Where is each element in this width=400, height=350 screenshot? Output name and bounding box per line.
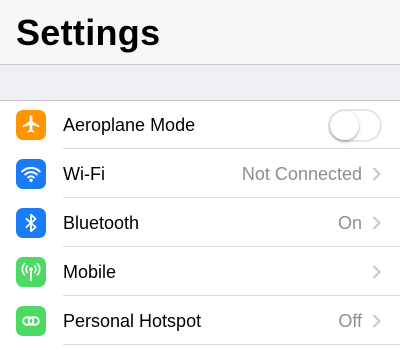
antenna-icon [16, 257, 46, 287]
page-title: Settings [16, 12, 161, 53]
toggle-knob [330, 111, 359, 140]
chevron-right-icon [373, 216, 381, 230]
aeroplane-mode-toggle[interactable] [328, 109, 382, 142]
chevron-right-icon [373, 167, 381, 181]
nav-header: Settings [0, 0, 400, 65]
bluetooth-icon [16, 208, 46, 238]
row-divider [63, 344, 400, 345]
settings-row-label: Bluetooth [63, 213, 140, 233]
bluetooth-status-value: On [337, 213, 362, 233]
settings-row-mobile[interactable]: Mobile [0, 248, 400, 296]
wifi-status-value: Not Connected [241, 164, 362, 184]
row-divider [63, 295, 400, 296]
settings-row-label: Mobile [63, 262, 117, 282]
settings-row-bluetooth[interactable]: Bluetooth On [0, 199, 400, 247]
chevron-right-icon [373, 265, 381, 279]
settings-row-label: Personal Hotspot [63, 311, 202, 331]
settings-list: Aeroplane Mode Wi-Fi Not Connected Bluet… [0, 100, 400, 350]
row-divider [63, 197, 400, 198]
chevron-right-icon [373, 314, 381, 328]
settings-row-wifi[interactable]: Wi-Fi Not Connected [0, 150, 400, 198]
settings-row-label: Wi-Fi [63, 164, 105, 184]
airplane-icon [16, 110, 46, 140]
hotspot-icon [16, 306, 46, 336]
hotspot-status-value: Off [338, 311, 362, 331]
wifi-icon [16, 159, 46, 189]
settings-row-label: Aeroplane Mode [63, 115, 196, 135]
settings-row-personal-hotspot[interactable]: Personal Hotspot Off [0, 297, 400, 345]
row-divider [63, 148, 400, 149]
row-divider [63, 246, 400, 247]
